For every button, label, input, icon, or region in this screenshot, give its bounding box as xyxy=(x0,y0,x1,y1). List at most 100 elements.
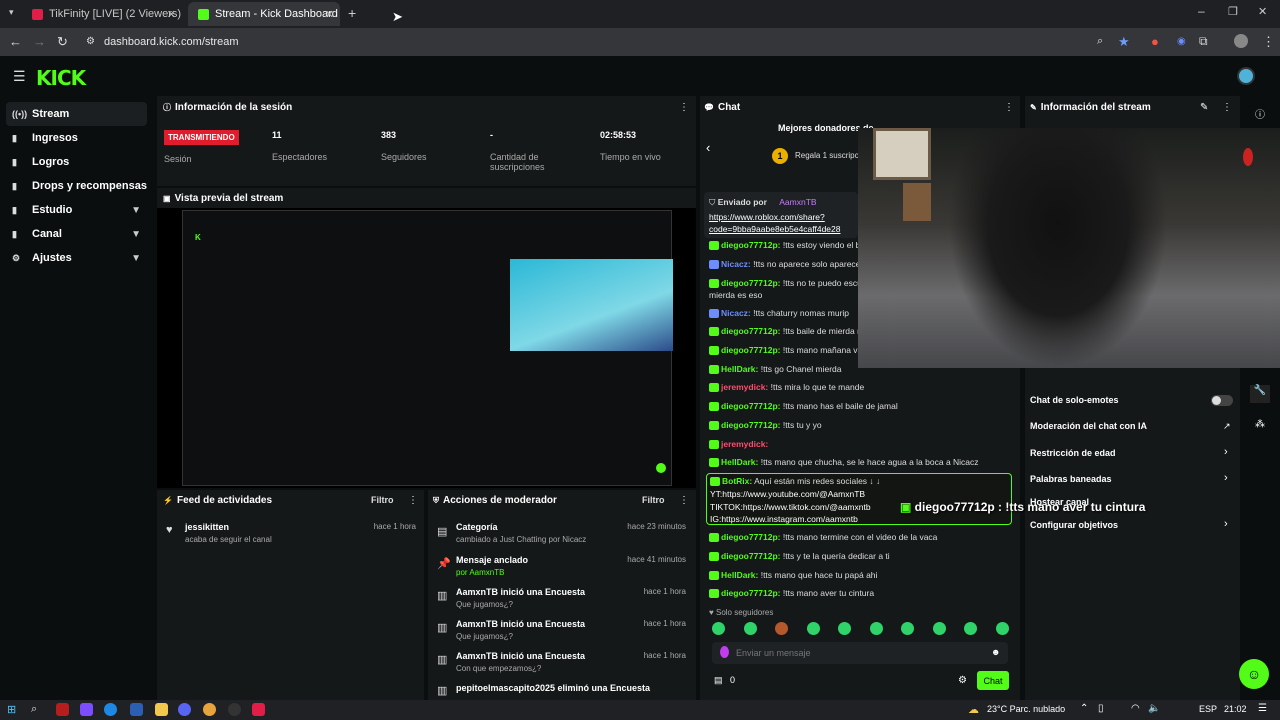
profile-avatar-icon[interactable] xyxy=(1234,34,1248,48)
chat-username[interactable]: Nicacz: xyxy=(721,308,751,318)
hamburger-menu-icon[interactable]: ☰ xyxy=(13,68,26,85)
extensions-puzzle-icon[interactable]: ⧉ xyxy=(1199,34,1208,49)
emote-icon[interactable] xyxy=(901,622,914,635)
discord-icon[interactable] xyxy=(178,703,191,716)
sidebar-item-estudio[interactable]: ▮ Estudio ▼ xyxy=(6,198,147,222)
tray-icon[interactable]: ▯ xyxy=(1098,703,1104,714)
emote-icon[interactable] xyxy=(995,622,1009,635)
edge-icon[interactable] xyxy=(104,703,117,716)
stream-info-row[interactable]: Chat de solo-emotes xyxy=(1030,395,1119,405)
volume-icon[interactable]: 🔈 xyxy=(1148,703,1160,714)
back-icon[interactable]: ← xyxy=(9,34,22,49)
sidebar-item-ingresos[interactable]: ▮ Ingresos xyxy=(6,126,147,150)
chat-username[interactable]: diegoo77712p: xyxy=(721,551,781,561)
tiktok-icon[interactable] xyxy=(252,703,265,716)
chat-username[interactable]: diegoo77712p: xyxy=(721,278,781,288)
pinned-link[interactable]: https://www.roblox.com/share? xyxy=(709,212,825,222)
site-info-icon[interactable]: ⚙ xyxy=(86,36,95,47)
chat-username[interactable]: jeremydick: xyxy=(721,382,768,392)
app-icon[interactable] xyxy=(80,703,93,716)
panel-menu-icon[interactable]: ⋮ xyxy=(1222,102,1232,113)
bookmark-star-icon[interactable]: ★ xyxy=(1118,34,1130,50)
menu-dots-icon[interactable]: ⋮ xyxy=(1262,34,1275,50)
edit-icon[interactable]: ✎ xyxy=(1200,102,1208,113)
sidebar-item-canal[interactable]: ▮ Canal ▼ xyxy=(6,222,147,246)
chat-username[interactable]: Nicacz: xyxy=(721,259,751,269)
chat-username[interactable]: diegoo77712p: xyxy=(721,345,781,355)
stream-info-row[interactable]: Moderación del chat con IA xyxy=(1030,421,1147,431)
emote-icon[interactable] xyxy=(932,622,946,635)
close-tab-icon[interactable]: ✕ xyxy=(325,8,334,21)
chat-username[interactable]: HellDark: xyxy=(721,570,758,580)
emote-icon[interactable] xyxy=(806,622,820,635)
chat-username[interactable]: HellDark: xyxy=(721,457,758,467)
external-link-icon[interactable]: ↗ xyxy=(1223,421,1231,432)
emote-icon[interactable] xyxy=(869,622,883,635)
chat-username[interactable]: diegoo77712p: xyxy=(721,240,781,250)
url-field[interactable]: dashboard.kick.com/stream xyxy=(104,36,239,48)
minimize-icon[interactable]: – xyxy=(1198,4,1205,18)
tray-chevron-icon[interactable]: ⌃ xyxy=(1080,703,1088,714)
emote-icon[interactable] xyxy=(712,622,725,635)
language-indicator[interactable]: ESP xyxy=(1199,704,1217,714)
forward-icon[interactable]: → xyxy=(33,34,46,49)
chat-username[interactable]: jeremydick: xyxy=(721,439,768,449)
chrome-icon[interactable] xyxy=(203,703,216,716)
weather-text[interactable]: 23°C Parc. nublado xyxy=(987,704,1065,714)
stream-preview-video[interactable]: K xyxy=(157,208,696,488)
panel-menu-icon[interactable]: ⋮ xyxy=(679,102,689,113)
sidebar-item-stream[interactable]: ((•)) Stream xyxy=(6,102,147,126)
chat-username[interactable]: diegoo77712p: xyxy=(721,401,781,411)
stream-info-row[interactable]: Restricción de edad xyxy=(1030,448,1116,458)
stream-info-row[interactable]: Configurar objetivos xyxy=(1030,520,1118,530)
feed-filter-button[interactable]: Filtro xyxy=(371,495,394,505)
emote-icon[interactable] xyxy=(964,622,977,635)
bot-link-instagram[interactable]: IG:https://www.instagram.com/aamxntb xyxy=(710,514,858,524)
tab-tikfinity[interactable]: TikFinity [LIVE] (2 Viewers) ✕ xyxy=(26,2,182,26)
clock[interactable]: 21:02 xyxy=(1224,704,1247,714)
stream-info-row[interactable]: Palabras baneadas xyxy=(1030,474,1112,484)
sidebar-item-ajustes[interactable]: ⚙ Ajustes ▼ xyxy=(6,246,147,270)
smile-icon[interactable]: ☻ xyxy=(991,647,1000,657)
zoom-icon[interactable]: ⌕ xyxy=(1097,35,1103,48)
notifications-icon[interactable]: ☰ xyxy=(1258,703,1267,714)
chevron-right-icon[interactable]: › xyxy=(1224,472,1228,484)
close-tab-icon[interactable]: ✕ xyxy=(167,8,176,21)
bot-link-youtube[interactable]: YT:https://www.youtube.com/@AamxnTB xyxy=(710,489,865,499)
panel-menu-icon[interactable]: ⋮ xyxy=(408,495,418,506)
reload-icon[interactable]: ↻ xyxy=(57,34,68,50)
kick-logo[interactable]: KICK xyxy=(36,66,86,90)
tab-search-icon[interactable]: ▾ xyxy=(9,7,14,18)
chat-username[interactable]: diegoo77712p: xyxy=(721,532,781,542)
emote-icon[interactable] xyxy=(775,622,788,635)
chevron-right-icon[interactable]: › xyxy=(1224,518,1228,530)
sidebar-item-logros[interactable]: ▮ Logros xyxy=(6,150,147,174)
settings-cluster-icon[interactable]: ⁂ xyxy=(1255,419,1265,430)
extension-icon[interactable]: ● xyxy=(1151,34,1159,49)
chat-input[interactable] xyxy=(736,645,976,661)
user-avatar[interactable] xyxy=(1237,67,1255,85)
support-chat-button[interactable]: ☺ xyxy=(1239,659,1269,689)
chevron-left-icon[interactable]: ‹ xyxy=(706,140,710,155)
pinned-user[interactable]: AamxnTB xyxy=(779,197,816,207)
sidebar-item-drops[interactable]: ▮ Drops y recompensas xyxy=(6,174,147,198)
windows-start-icon[interactable]: ⊞ xyxy=(7,703,16,716)
chat-username[interactable]: diegoo77712p: xyxy=(721,420,781,430)
store-icon[interactable] xyxy=(130,703,143,716)
mod-filter-button[interactable]: Filtro xyxy=(642,495,665,505)
wifi-icon[interactable]: ◠ xyxy=(1131,703,1140,714)
close-window-icon[interactable]: ✕ xyxy=(1258,5,1267,18)
send-chat-button[interactable]: Chat xyxy=(977,671,1009,690)
app-icon[interactable] xyxy=(56,703,69,716)
obs-icon[interactable] xyxy=(228,703,241,716)
extension-icon[interactable]: ◉ xyxy=(1177,36,1186,47)
panel-menu-icon[interactable]: ⋮ xyxy=(1004,102,1014,113)
new-tab-icon[interactable]: + xyxy=(348,5,356,21)
maximize-icon[interactable]: ❐ xyxy=(1228,5,1238,18)
emote-icon[interactable] xyxy=(743,622,757,635)
chat-settings-icon[interactable]: ⚙ xyxy=(958,675,967,686)
emote-only-toggle[interactable] xyxy=(1211,395,1233,406)
wrench-icon[interactable]: 🔧 xyxy=(1250,385,1270,403)
chat-username[interactable]: diegoo77712p: xyxy=(721,588,781,598)
panel-menu-icon[interactable]: ⋮ xyxy=(679,495,689,506)
